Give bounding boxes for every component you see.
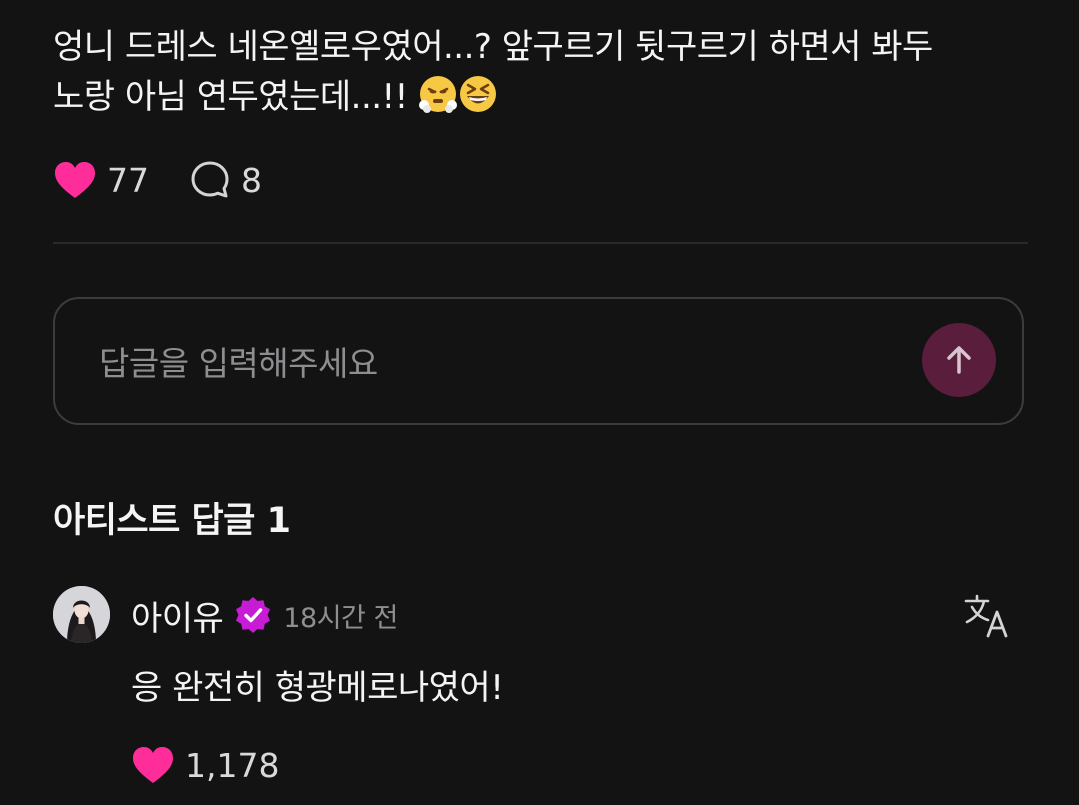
comment-timestamp: 18시간 전 [283, 602, 398, 634]
face-with-steam-emoji [419, 76, 458, 113]
artist-replies-title: 아티스트 답글 1 [53, 501, 291, 541]
send-reply-button[interactable] [922, 323, 996, 397]
divider [53, 242, 1028, 244]
avatar[interactable] [53, 586, 110, 643]
translate-icon [964, 594, 1008, 638]
post-like-button[interactable]: 77 [53, 160, 149, 200]
comment-like-count: 1,178 [185, 745, 280, 785]
comment-like-button[interactable]: 1,178 [131, 742, 279, 788]
heart-icon [133, 747, 173, 783]
comment-text: 응 완전히 형광메로나였어! [131, 668, 504, 708]
reply-composer [53, 297, 1024, 425]
profile-photo [53, 586, 110, 643]
post-detail-page: 엉니 드레스 네온옐로우였어...? 앞구르기 뒷구르기 하면서 봐두 노랑 아… [0, 0, 1079, 805]
verified-badge-icon [236, 597, 271, 633]
translate-button[interactable] [962, 592, 1012, 640]
post-reply-button[interactable]: 8 [189, 159, 262, 201]
heart-icon [55, 162, 95, 198]
comment-header: 아이유 18시간 전 [131, 590, 398, 640]
post-reactions: 77 8 [53, 158, 262, 202]
post-like-count: 77 [107, 160, 149, 200]
arrow-up-icon [947, 346, 971, 374]
reply-input[interactable] [97, 333, 881, 393]
post-reply-count: 8 [241, 160, 262, 200]
post-body: 엉니 드레스 네온옐로우였어...? 앞구르기 뒷구르기 하면서 봐두 노랑 아… [53, 22, 1043, 122]
author-name[interactable]: 아이유 [131, 591, 224, 640]
speech-bubble-icon [191, 161, 229, 198]
grinning-squinting-face-emoji [460, 76, 497, 112]
